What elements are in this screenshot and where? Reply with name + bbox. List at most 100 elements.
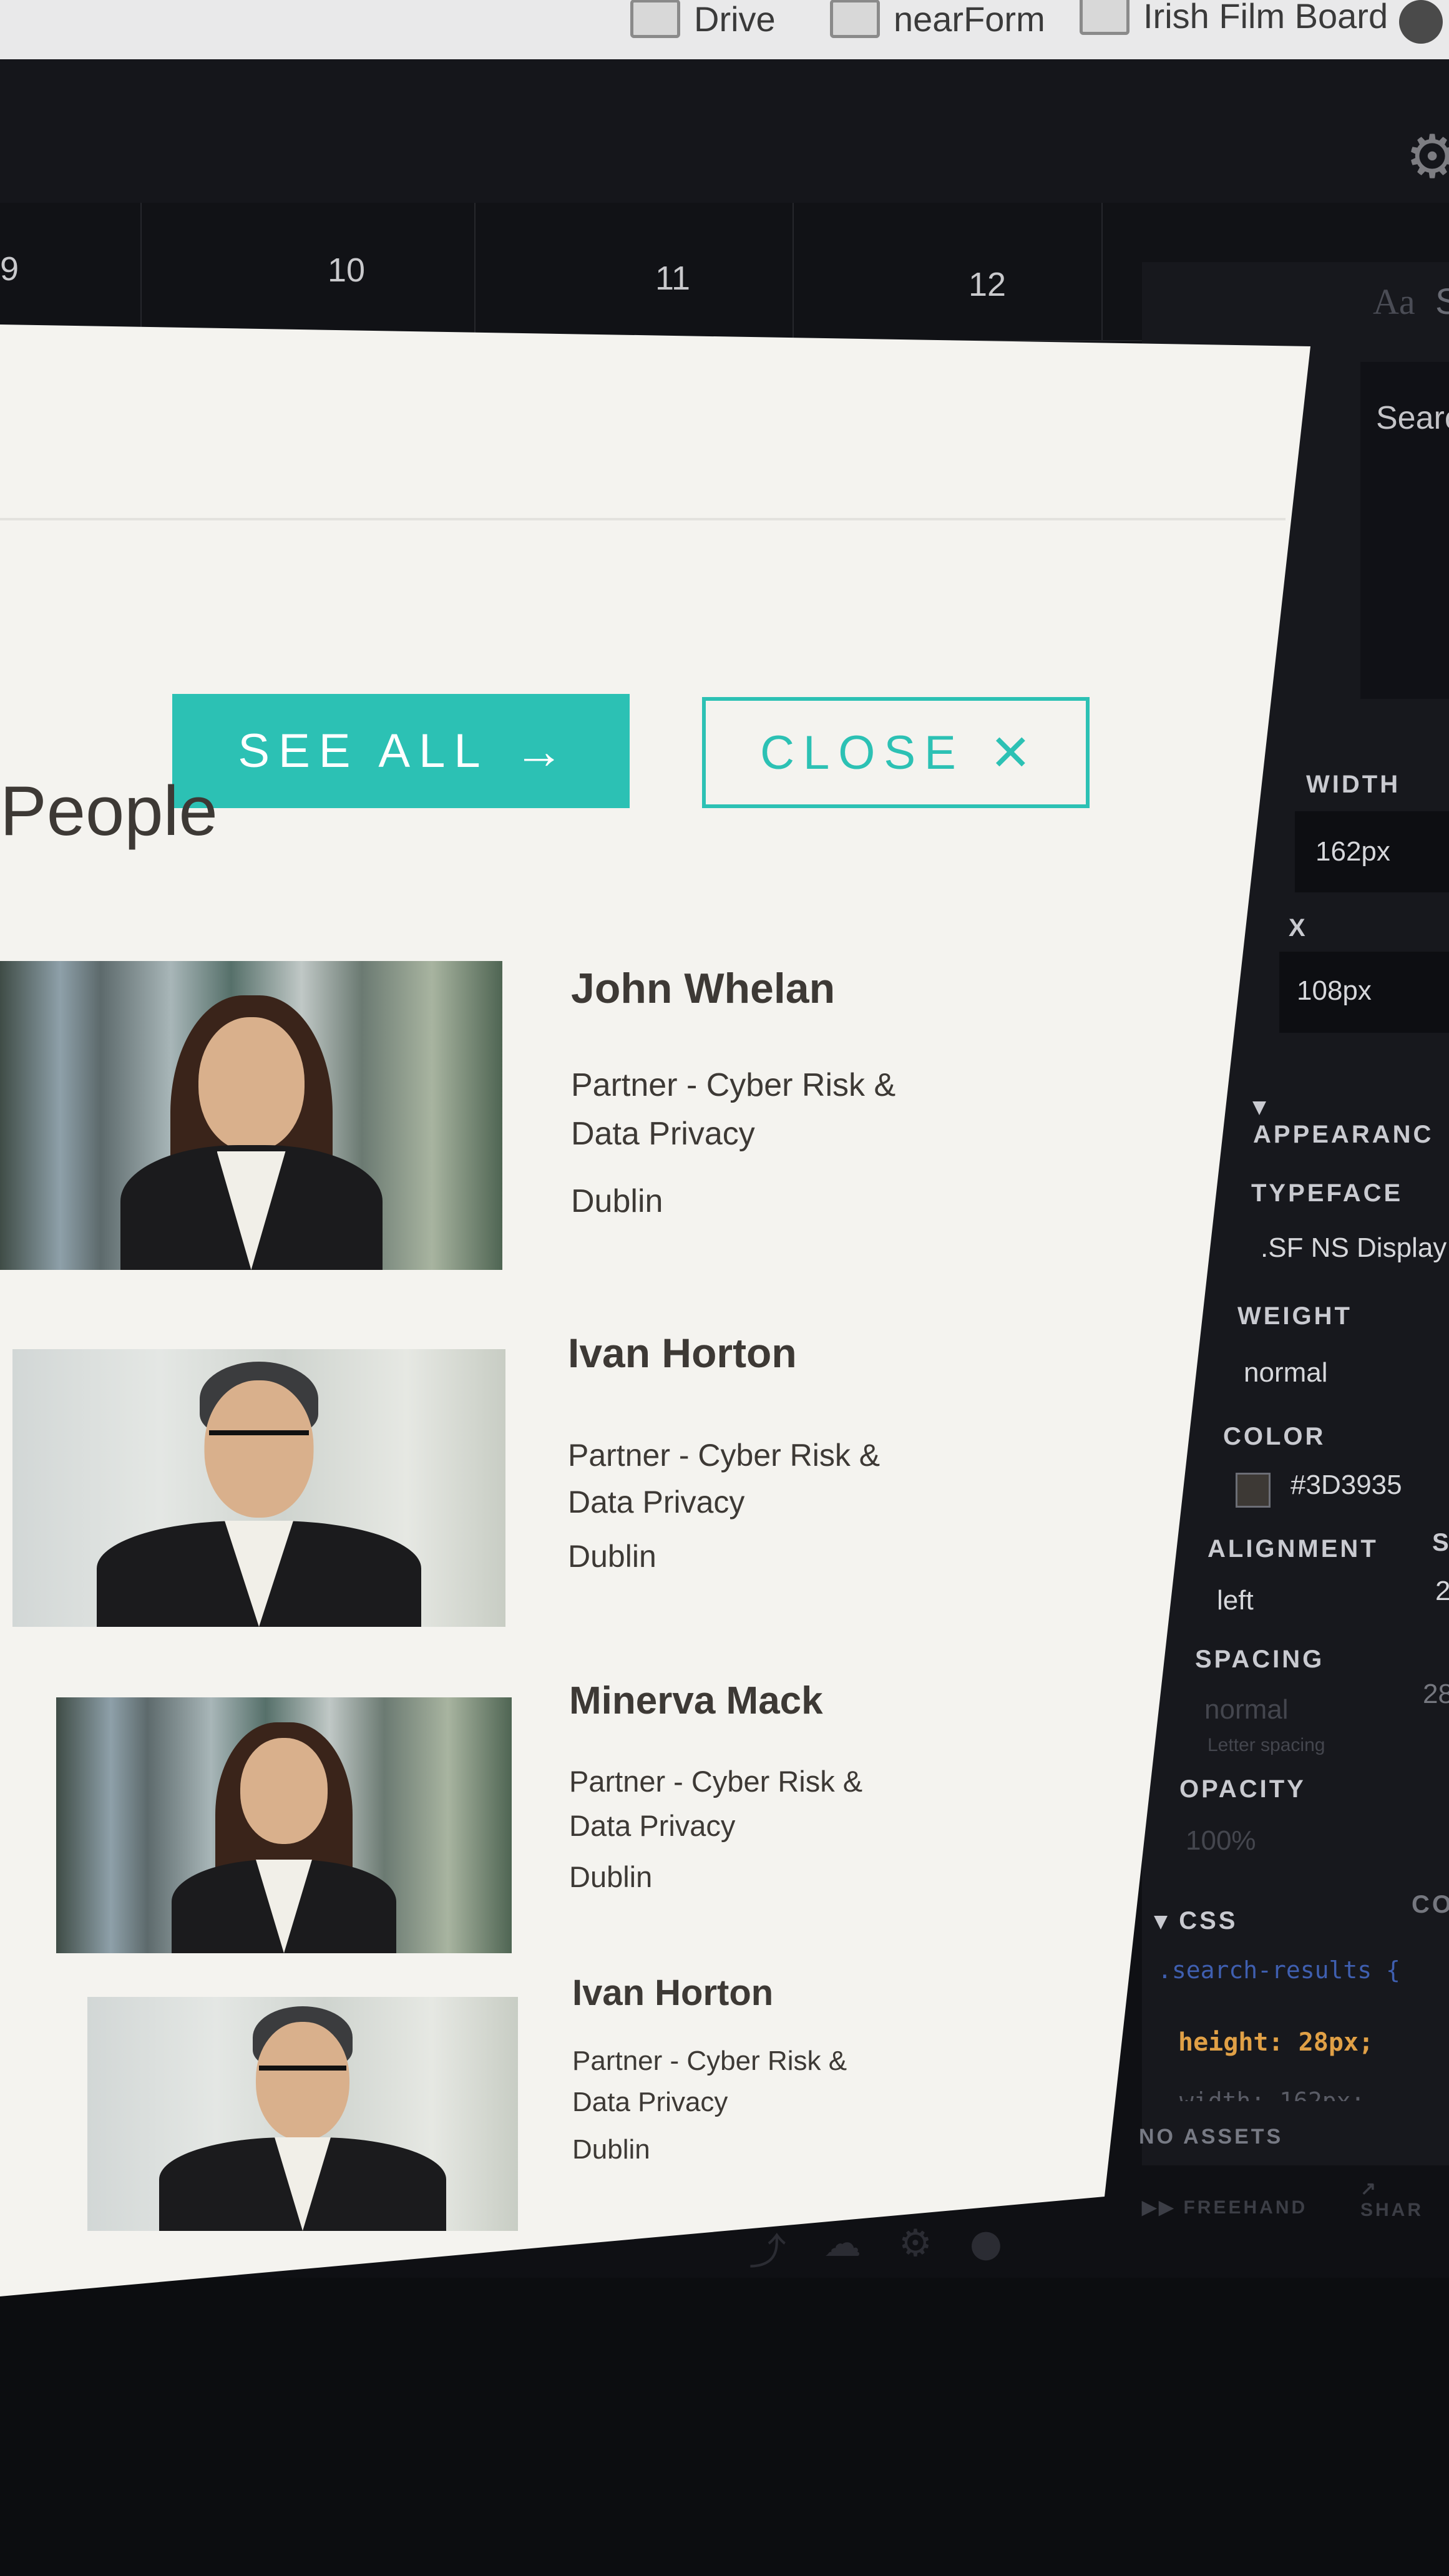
ruler-tick [793, 203, 794, 340]
person-role-line: Data Privacy [572, 2087, 728, 2117]
folder-icon [830, 0, 880, 38]
weight-value[interactable]: normal [1244, 1357, 1328, 1388]
no-assets-label: NO ASSETS [1139, 2125, 1284, 2149]
person-role-line: Data Privacy [571, 1116, 755, 1152]
section-title: People [0, 772, 218, 850]
ruler-number: 12 [968, 266, 1007, 303]
width-value: 162px [1315, 836, 1390, 867]
weight-label: WEIGHT [1237, 1302, 1352, 1330]
css-line[interactable]: height: 28px; [1178, 2028, 1373, 2057]
css-section[interactable]: ▾ CSS [1154, 1906, 1237, 1935]
alignment-value[interactable]: left [1217, 1585, 1254, 1616]
editor-toolbar [0, 59, 1449, 203]
bottom-toolbar: ⤴ ☁ ⚙ ● [749, 2222, 1123, 2274]
arrow-right-icon: → [514, 723, 564, 779]
bookmark-label: nearForm [894, 0, 1045, 39]
face [198, 1017, 305, 1151]
cloud-icon[interactable]: ☁ [824, 2222, 861, 2271]
ruler-number: 10 [328, 251, 366, 289]
x-label: X [1289, 914, 1308, 942]
share-button[interactable]: ↗ SHAR [1360, 2178, 1449, 2221]
ruler-tick [1101, 203, 1103, 340]
font-preview-cut: S [1435, 281, 1449, 322]
person-name[interactable]: Ivan Horton [572, 1972, 773, 2014]
desk-area [0, 2278, 1449, 2576]
person-photo[interactable] [56, 1697, 512, 1953]
css-line-cut: width: 162px; [1179, 2087, 1365, 2101]
person-photo[interactable] [0, 961, 502, 1270]
close-label: CLOSE [760, 726, 965, 779]
folder-icon [630, 0, 680, 38]
close-icon: ✕ [989, 724, 1032, 781]
glasses [209, 1430, 309, 1435]
gear-icon[interactable]: ⚙ [899, 2222, 932, 2271]
person-role-line: Partner - Cyber Risk & [569, 1765, 863, 1798]
spacing-value[interactable]: normal [1204, 1694, 1289, 1725]
share-icon[interactable]: ⤴ [749, 2222, 786, 2274]
person-photo[interactable] [12, 1349, 505, 1627]
css-selector[interactable]: .search-results { [1158, 1956, 1400, 1984]
appearance-section[interactable]: ▾ APPEARANC [1253, 1092, 1449, 1149]
ruler-tick [474, 203, 476, 340]
person-role: Partner - Cyber Risk & Data Privacy [568, 1432, 880, 1526]
person-role: Partner - Cyber Risk & Data Privacy [571, 1061, 895, 1158]
css-label: CSS [1179, 1907, 1238, 1934]
person-location: Dublin [572, 2134, 650, 2165]
alignment-extra-value: 2 [1435, 1576, 1449, 1606]
person-role-line: Partner - Cyber Risk & [572, 2046, 847, 2076]
spacing-label: SPACING [1195, 1646, 1325, 1673]
ruler-tick [140, 203, 142, 340]
person-role-line: Partner - Cyber Risk & [568, 1438, 881, 1473]
css-extra-label: CO [1412, 1891, 1449, 1918]
person-location: Dublin [569, 1860, 653, 1893]
person-photo[interactable] [87, 1997, 518, 2231]
alignment-label: ALIGNMENT [1208, 1535, 1378, 1563]
person-role-line: Partner - Cyber Risk & [571, 1067, 896, 1103]
typeface-label: TYPEFACE [1251, 1179, 1403, 1207]
globe-icon[interactable] [1399, 0, 1443, 44]
person-role: Partner - Cyber Risk & Data Privacy [572, 2041, 847, 2123]
spacing-extra-value: 28 [1423, 1679, 1449, 1709]
dot-icon[interactable]: ● [970, 2222, 1002, 2271]
color-value[interactable]: #3D3935 [1290, 1470, 1402, 1501]
person-name[interactable]: John Whelan [571, 964, 835, 1013]
person-name[interactable]: Minerva Mack [569, 1679, 823, 1723]
chevron-down-icon: ▾ [1253, 1093, 1269, 1120]
face [204, 1380, 314, 1518]
ruler-number: 11 [655, 260, 691, 297]
face [256, 2022, 349, 2140]
bookmark-irish-film-board[interactable]: Irish Film Board [1080, 0, 1388, 41]
see-all-button[interactable]: SEE ALL → [172, 694, 630, 808]
appearance-label: APPEARANC [1253, 1121, 1434, 1148]
bookmarks-bar: Drive nearForm Irish Film Board [0, 0, 1449, 59]
close-button[interactable]: CLOSE ✕ [702, 697, 1090, 808]
folder-icon [1080, 0, 1129, 35]
opacity-value[interactable]: 100% [1186, 1825, 1256, 1856]
width-label: WIDTH [1306, 771, 1401, 798]
freehand-button[interactable]: ▶▶ FREEHAND [1142, 2197, 1307, 2218]
bookmark-label: Irish Film Board [1143, 0, 1388, 36]
bookmark-drive[interactable]: Drive [630, 0, 776, 44]
divider [0, 518, 1286, 520]
chevron-down-icon: ▾ [1154, 1907, 1170, 1934]
color-swatch[interactable] [1236, 1473, 1271, 1508]
alignment-extra-label: S [1432, 1529, 1449, 1556]
gear-icon[interactable]: ⚙ [1405, 122, 1449, 192]
freehand-label: FREEHAND [1183, 2197, 1308, 2218]
face [240, 1738, 328, 1844]
search-label[interactable]: Searc [1376, 399, 1449, 437]
person-name[interactable]: Ivan Horton [568, 1329, 797, 1377]
glasses [259, 2066, 346, 2071]
spacing-hint: Letter spacing [1208, 1735, 1325, 1755]
typeface-value[interactable]: .SF NS Display [1261, 1232, 1447, 1264]
color-label: COLOR [1223, 1423, 1326, 1450]
preview-card: SEE ALL → CLOSE ✕ People John Whelan Par… [0, 324, 1310, 2296]
opacity-label: OPACITY [1179, 1775, 1306, 1803]
person-location: Dublin [571, 1183, 663, 1219]
person-location: Dublin [568, 1539, 656, 1574]
bookmark-nearform[interactable]: nearForm [830, 0, 1045, 44]
person-role-line: Data Privacy [568, 1485, 745, 1520]
person-role-line: Data Privacy [569, 1808, 736, 1842]
font-preview[interactable]: Aa [1373, 281, 1415, 323]
ruler-number: 9 [0, 250, 19, 288]
